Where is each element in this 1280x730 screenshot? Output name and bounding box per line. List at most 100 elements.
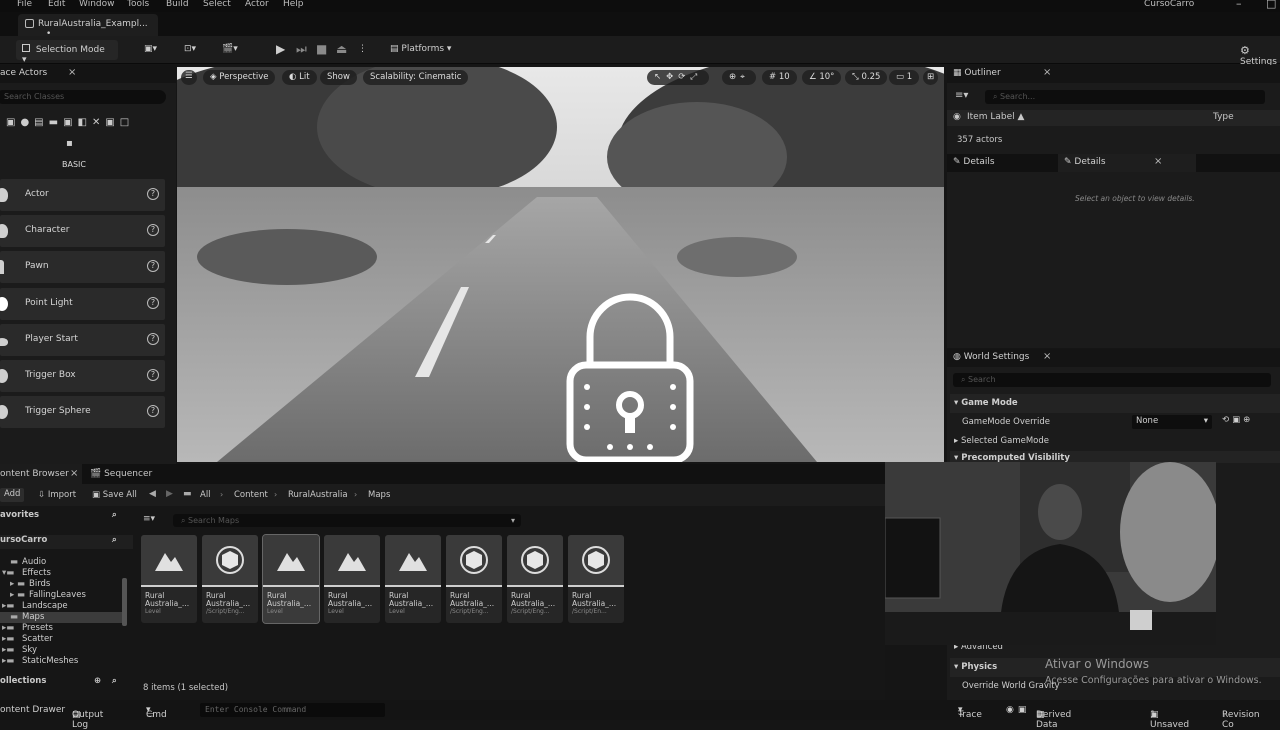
cmd-selector[interactable]: ▭ Cmd ▾	[146, 705, 167, 720]
menu-build[interactable]: Build	[166, 0, 189, 9]
category-icon-row[interactable]: ▣●▤▬▣◧✕▣□	[6, 117, 134, 131]
asset-tile[interactable]: Rural Australia_... Level	[262, 534, 320, 624]
folder-sky[interactable]: ▸▬ Sky	[0, 645, 125, 656]
asset-tile[interactable]: Rural Australia_... Level	[385, 535, 441, 623]
asset-tile[interactable]: Rural Australia_.../Script/Eng...	[507, 535, 563, 623]
breadcrumb-all[interactable]: All	[200, 490, 211, 500]
search-icon[interactable]: ⌕	[112, 535, 117, 545]
history-back-button[interactable]: ◀	[149, 489, 156, 499]
collections-section[interactable]: ollections ⊕ ⌕	[0, 676, 133, 691]
save-all-button[interactable]: ▣ Save All	[92, 490, 137, 500]
blueprint-button[interactable]: ⊡▾	[178, 40, 202, 60]
help-icon[interactable]: ?	[147, 333, 159, 345]
add-content-button[interactable]: ▣▾	[138, 40, 163, 60]
add-collection-icon[interactable]: ⊕	[94, 676, 101, 686]
actor-item-pawn[interactable]: Pawn?	[0, 251, 165, 283]
menu-help[interactable]: Help	[283, 0, 304, 9]
project-section[interactable]: ursoCarro ⌕	[0, 535, 133, 549]
help-icon[interactable]: ?	[147, 405, 159, 417]
asset-tile[interactable]: Rural Australia_.../Script/Eng...	[446, 535, 502, 623]
help-icon[interactable]: ?	[147, 297, 159, 309]
gamemode-actions[interactable]: ⟲▣⊕	[1222, 415, 1253, 425]
cinematics-button[interactable]: 🎬▾	[216, 40, 244, 60]
play-options-button[interactable]: ⋮	[352, 40, 373, 60]
menu-tools[interactable]: Tools	[127, 0, 149, 9]
console-command-input[interactable]: Enter Console Command	[200, 703, 385, 717]
asset-tile[interactable]: Rural Australia_.../Script/Eng...	[202, 535, 258, 623]
platforms-button[interactable]: ▤ Platforms ▾	[384, 40, 457, 60]
settings-button[interactable]: ⚙ Settings	[1234, 40, 1280, 67]
details-tab-1[interactable]: ✎ Details	[953, 157, 995, 167]
trace-button[interactable]: ⌁ Trace ▾	[958, 705, 982, 720]
folder-presets[interactable]: ▸▬ Presets	[0, 623, 125, 634]
column-type[interactable]: Type	[1213, 112, 1234, 122]
asset-tile[interactable]: Rural Australia_.../Script/En...	[568, 535, 624, 623]
add-button[interactable]: Add	[0, 488, 24, 502]
folder-audio[interactable]: ▬ Audio	[0, 557, 125, 568]
show-button[interactable]: Show	[320, 70, 357, 85]
gamemode-dropdown[interactable]: None ▾	[1132, 415, 1212, 429]
perspective-button[interactable]: ◈ Perspective	[203, 70, 276, 85]
actor-item-trigger-sphere[interactable]: Trigger Sphere?	[0, 396, 165, 428]
level-tab[interactable]: RuralAustralia_Exampl... •	[18, 14, 158, 39]
folder-staticmeshes[interactable]: ▸▬ StaticMeshes	[0, 656, 125, 667]
menu-window[interactable]: Window	[79, 0, 115, 9]
maximize-button[interactable]: □	[1266, 0, 1276, 10]
close-icon[interactable]: ×	[1154, 156, 1162, 167]
search-icon[interactable]: ⌕	[112, 510, 117, 520]
all-classes-icon[interactable]: ▪	[66, 138, 73, 149]
tab-content-browser[interactable]: ontent Browser ×	[0, 464, 82, 484]
scale-snap-button[interactable]: ⤡ 0.25	[845, 70, 888, 85]
folder-birds[interactable]: ▸ ▬ Birds	[0, 579, 125, 590]
property-selected-gamemode[interactable]: ▸ Selected GameMode	[950, 432, 1280, 451]
transform-tools[interactable]: ↖✥⟳⤢	[647, 70, 710, 85]
viewport-menu-button[interactable]: ☰	[181, 70, 197, 85]
category-game-mode[interactable]: ▾ Game Mode	[950, 394, 1280, 413]
menu-file[interactable]: File	[17, 0, 32, 9]
asset-tile[interactable]: Rural Australia_... Level	[141, 535, 197, 623]
folder-effects[interactable]: ▾▬ Effects	[0, 568, 125, 579]
tab-sequencer[interactable]: 🎬 Sequencer	[90, 469, 152, 479]
record-buttons[interactable]: ◉▣	[1006, 705, 1030, 715]
actor-item-point-light[interactable]: Point Light?	[0, 288, 165, 320]
actor-item-actor[interactable]: Actor?	[0, 179, 165, 211]
lit-button[interactable]: ◐ Lit	[282, 70, 317, 85]
menu-actor[interactable]: Actor	[245, 0, 269, 9]
breadcrumb-ruralaustralia[interactable]: RuralAustralia	[288, 490, 348, 500]
outliner-search-input[interactable]: ⌕ Search...	[985, 90, 1265, 104]
column-item-label[interactable]: Item Label ▲	[967, 112, 1024, 122]
rotation-snap-button[interactable]: ∠ 10°	[802, 70, 842, 85]
search-maps-input[interactable]: ⌕ Search Maps ▾	[173, 514, 521, 527]
camera-speed-button[interactable]: ▭ 1	[889, 70, 920, 85]
details-tab-2[interactable]: ✎ Details ×	[1058, 154, 1196, 172]
menu-select[interactable]: Select	[203, 0, 231, 9]
help-icon[interactable]: ?	[147, 369, 159, 381]
close-icon[interactable]: ×	[1043, 351, 1051, 362]
favorites-section[interactable]: avorites ⌕	[0, 510, 133, 525]
visibility-icon[interactable]: ◉	[953, 112, 961, 122]
filter-icon[interactable]: ≡▾	[955, 90, 968, 101]
help-icon[interactable]: ?	[147, 224, 159, 236]
actor-item-trigger-box[interactable]: Trigger Box?	[0, 360, 165, 392]
level-viewport[interactable]: ☰ ◈ Perspective ◐ Lit Show Scalability: …	[177, 67, 944, 462]
close-icon[interactable]: ×	[1043, 67, 1051, 78]
asset-tile[interactable]: Rural Australia_... Level	[324, 535, 380, 623]
help-icon[interactable]: ?	[147, 260, 159, 272]
close-icon[interactable]: ×	[68, 67, 76, 78]
folder-landscape[interactable]: ▸▬ Landscape	[0, 601, 125, 612]
search-icon[interactable]: ⌕	[112, 676, 117, 686]
folder-scatter[interactable]: ▸▬ Scatter	[0, 634, 125, 645]
menu-edit[interactable]: Edit	[48, 0, 65, 9]
content-drawer-button[interactable]: ontent Drawer	[0, 705, 65, 715]
actor-item-player-start[interactable]: Player Start?	[0, 324, 165, 356]
breadcrumb-content[interactable]: Content	[234, 490, 268, 500]
help-icon[interactable]: ?	[147, 188, 159, 200]
world-settings-search-input[interactable]: ⌕ Search	[953, 373, 1271, 387]
tree-scrollbar[interactable]	[122, 578, 127, 626]
breadcrumb-maps[interactable]: Maps	[368, 490, 390, 500]
selection-mode-button[interactable]: Selection Mode ▾	[16, 40, 118, 65]
actor-item-character[interactable]: Character?	[0, 215, 165, 247]
import-button[interactable]: ⇩ Import	[38, 490, 76, 500]
folder-fallingleaves[interactable]: ▸ ▬ FallingLeaves	[0, 590, 125, 601]
history-forward-button[interactable]: ▶	[166, 489, 173, 499]
